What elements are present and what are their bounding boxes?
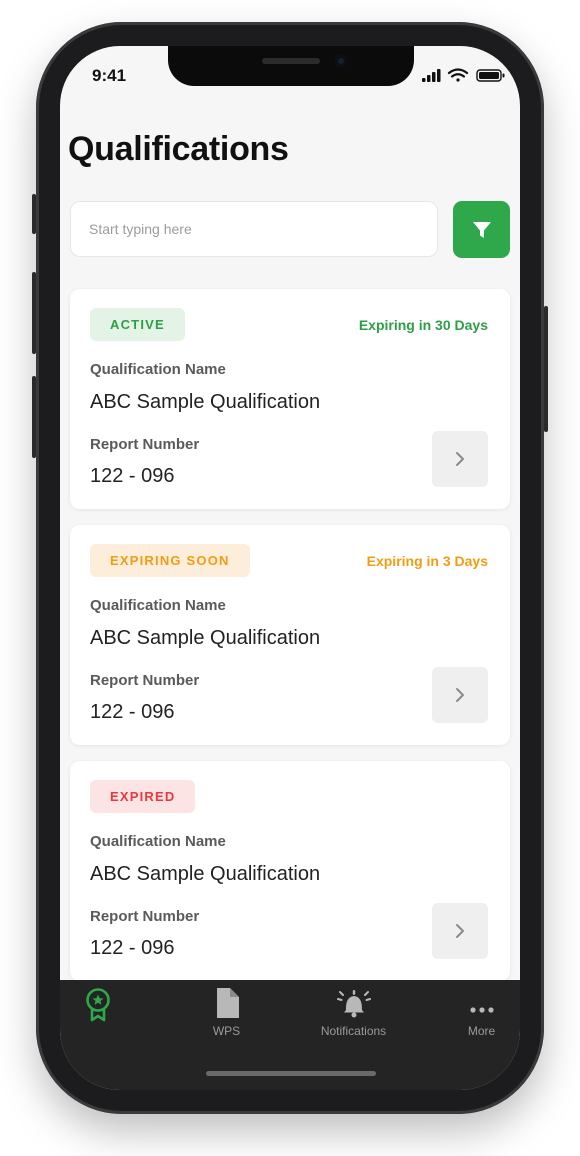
open-details-button[interactable] xyxy=(432,431,488,487)
document-icon xyxy=(216,988,239,1018)
report-number-label: Report Number xyxy=(90,672,200,689)
bell-icon xyxy=(336,990,371,1018)
award-icon xyxy=(85,988,110,1022)
chevron-right-icon xyxy=(456,452,464,466)
qualification-name-value: ABC Sample Qualification xyxy=(90,863,321,885)
notch xyxy=(168,46,414,86)
report-number-value: 122 - 096 xyxy=(90,701,175,723)
status-icons xyxy=(422,68,505,82)
wifi-icon xyxy=(447,68,469,82)
tab-label: More xyxy=(467,1024,496,1038)
status-badge: ACTIVE xyxy=(90,308,185,341)
tab-label: WPS xyxy=(212,1024,241,1038)
filter-button[interactable] xyxy=(453,201,510,258)
tab-qualifications[interactable] xyxy=(60,988,155,1048)
qualification-name-value: ABC Sample Qualification xyxy=(90,391,321,413)
camera-icon xyxy=(335,55,347,67)
page-title: Qualifications xyxy=(68,130,289,168)
tab-label: Notifications xyxy=(320,1024,387,1038)
report-number-label: Report Number xyxy=(90,908,200,925)
app-screen: 9:41 Qualifications ACTIVE Expiring in 3… xyxy=(60,46,520,1090)
speaker-grille xyxy=(262,58,320,64)
tab-more[interactable]: More xyxy=(424,988,520,1048)
status-badge: EXPIRED xyxy=(90,780,196,813)
qualification-card[interactable]: EXPIRED Qualification Name ABC Sample Qu… xyxy=(70,761,510,981)
status-badge: EXPIRING SOON xyxy=(90,544,250,577)
status-time: 9:41 xyxy=(92,66,127,85)
tab-notifications[interactable]: Notifications xyxy=(296,988,411,1048)
qualification-name-label: Qualification Name xyxy=(90,833,226,850)
report-number-value: 122 - 096 xyxy=(90,465,175,487)
search-input[interactable] xyxy=(70,201,438,257)
report-number-value: 122 - 096 xyxy=(90,937,175,959)
qualification-card[interactable]: ACTIVE Expiring in 30 Days Qualification… xyxy=(70,289,510,509)
expiry-text: Expiring in 3 Days xyxy=(366,553,488,569)
chevron-right-icon xyxy=(456,924,464,938)
qualification-name-label: Qualification Name xyxy=(90,597,226,614)
volume-up-button xyxy=(32,272,36,354)
mute-switch xyxy=(32,194,36,234)
qualification-name-label: Qualification Name xyxy=(90,361,226,378)
more-icon xyxy=(469,1007,494,1013)
open-details-button[interactable] xyxy=(432,667,488,723)
expiry-text: Expiring in 30 Days xyxy=(358,317,488,333)
chevron-right-icon xyxy=(456,688,464,702)
qualification-name-value: ABC Sample Qualification xyxy=(90,627,321,649)
volume-down-button xyxy=(32,376,36,458)
qualification-card[interactable]: EXPIRING SOON Expiring in 3 Days Qualifi… xyxy=(70,525,510,745)
power-button xyxy=(544,306,548,432)
filter-icon xyxy=(472,221,491,238)
report-number-label: Report Number xyxy=(90,436,200,453)
tab-wps[interactable]: WPS xyxy=(169,988,284,1048)
open-details-button[interactable] xyxy=(432,903,488,959)
home-indicator xyxy=(206,1071,376,1076)
battery-icon xyxy=(476,69,505,82)
signal-icon xyxy=(422,69,441,82)
